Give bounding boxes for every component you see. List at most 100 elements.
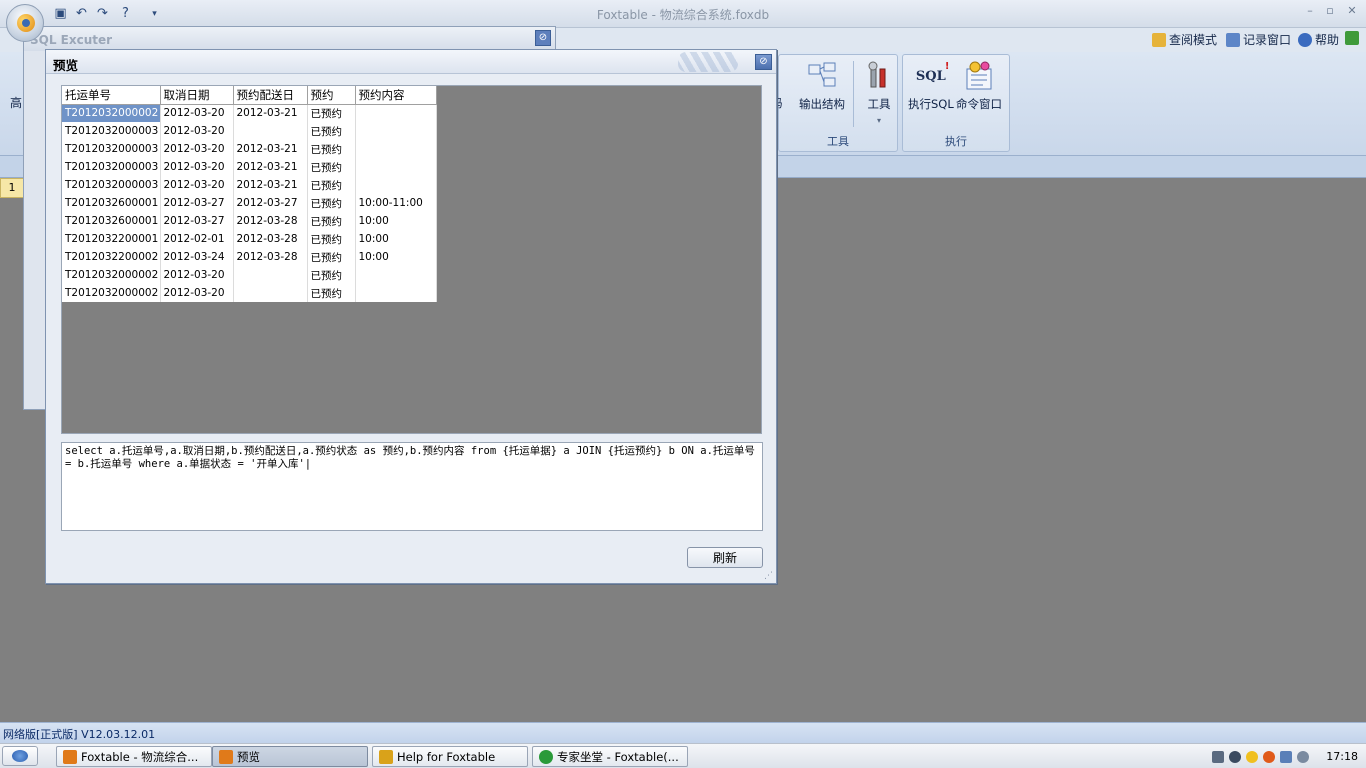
table-cell[interactable]: 10:00: [355, 212, 437, 230]
table-cell[interactable]: T2012032600001: [62, 212, 161, 230]
table-cell[interactable]: 2012-03-28: [233, 248, 308, 266]
resize-grip-icon[interactable]: ⋰: [764, 571, 774, 581]
table-row[interactable]: T2012032200001 2012-02-01 2012-03-28 已预约 10:…: [62, 230, 437, 248]
table-cell[interactable]: [233, 284, 308, 302]
table-cell[interactable]: 已预约: [307, 158, 356, 176]
table-cell[interactable]: 已预约: [307, 122, 356, 140]
command-window-button[interactable]: 命令窗口: [956, 61, 1002, 112]
table-cell[interactable]: 已预约: [307, 266, 356, 284]
table-cell[interactable]: 已预约: [307, 248, 356, 266]
column-header[interactable]: 托运单号: [62, 86, 161, 105]
table-cell[interactable]: 已预约: [307, 194, 356, 212]
app-tray-icon[interactable]: [1263, 750, 1275, 763]
table-cell[interactable]: [233, 266, 308, 284]
table-cell[interactable]: 2012-03-21: [233, 104, 308, 122]
table-row[interactable]: T2012032000002 2012-03-20 已预约: [62, 284, 437, 302]
table-cell[interactable]: 2012-03-27: [160, 212, 234, 230]
table-cell[interactable]: 2012-03-24: [160, 248, 234, 266]
table-cell[interactable]: [355, 104, 437, 122]
table-cell[interactable]: 已预约: [307, 284, 356, 302]
execute-sql-button[interactable]: SQL ! 执行SQL: [908, 61, 954, 112]
start-button[interactable]: [2, 746, 38, 766]
table-cell[interactable]: T2012032200001: [62, 230, 161, 248]
table-cell[interactable]: 2012-03-27: [160, 194, 234, 212]
taskbar-item-help[interactable]: Help for Foxtable: [372, 746, 528, 767]
table-cell[interactable]: [355, 122, 437, 140]
table-cell[interactable]: 已预约: [307, 212, 356, 230]
table-cell[interactable]: [355, 140, 437, 158]
table-cell[interactable]: 2012-03-20: [160, 284, 234, 302]
table-cell[interactable]: 2012-02-01: [160, 230, 234, 248]
column-header[interactable]: 预约内容: [355, 86, 437, 105]
table-cell[interactable]: 已预约: [307, 140, 356, 158]
table-cell[interactable]: 2012-03-21: [233, 176, 308, 194]
minimize-button[interactable]: –: [1300, 4, 1320, 20]
table-cell[interactable]: [355, 284, 437, 302]
help-menu-button[interactable]: 帮助: [1298, 31, 1339, 48]
table-cell[interactable]: 2012-03-21: [233, 140, 308, 158]
table-cell[interactable]: [355, 176, 437, 194]
result-grid[interactable]: 托运单号 取消日期 预约配送日 预约 预约内容 T2012032000002 20…: [62, 86, 437, 302]
table-cell[interactable]: 2012-03-20: [160, 122, 234, 140]
back-arrow-icon[interactable]: [1229, 750, 1241, 763]
table-cell[interactable]: 2012-03-27: [233, 194, 308, 212]
network-icon[interactable]: [1280, 750, 1292, 763]
clock[interactable]: 17:18: [1326, 750, 1366, 763]
table-cell[interactable]: 10:00: [355, 230, 437, 248]
table-cell[interactable]: [355, 158, 437, 176]
column-header[interactable]: 取消日期: [160, 86, 234, 105]
table-cell[interactable]: 2012-03-28: [233, 230, 308, 248]
table-cell[interactable]: 2012-03-20: [160, 266, 234, 284]
sql-query-input[interactable]: select a.托运单号,a.取消日期,b.预约配送日,a.预约状态 as 预…: [61, 442, 763, 531]
sql-excuter-close-button[interactable]: ⊘: [535, 30, 551, 46]
preview-titlebar[interactable]: 预览 ⊘: [46, 50, 776, 74]
view-mode-button[interactable]: 查阅模式: [1152, 31, 1217, 48]
table-cell[interactable]: [233, 122, 308, 140]
app-menu-orb-button[interactable]: [6, 4, 44, 42]
taskbar-item-foxtable[interactable]: Foxtable - 物流综合...: [56, 746, 212, 767]
record-window-button[interactable]: 记录窗口: [1226, 31, 1291, 48]
table-cell[interactable]: 2012-03-20: [160, 158, 234, 176]
table-row[interactable]: T2012032000003 2012-03-20 2012-03-21 已预约: [62, 158, 437, 176]
table-cell[interactable]: T2012032000002: [62, 104, 161, 122]
refresh-button[interactable]: 刷新: [687, 547, 763, 568]
column-header[interactable]: 预约: [307, 86, 356, 105]
table-row[interactable]: T2012032000003 2012-03-20 2012-03-21 已预约: [62, 140, 437, 158]
table-cell[interactable]: T2012032000003: [62, 140, 161, 158]
table-cell[interactable]: T2012032600001: [62, 194, 161, 212]
column-header[interactable]: 预约配送日: [233, 86, 308, 105]
sql-excuter-titlebar[interactable]: SQL Excuter ⊘: [24, 27, 555, 51]
taskbar-item-preview[interactable]: 预览: [212, 746, 368, 767]
table-cell[interactable]: 已预约: [307, 104, 356, 122]
table-cell[interactable]: T2012032000003: [62, 122, 161, 140]
restore-button[interactable]: ▫: [1320, 4, 1340, 20]
keyboard-icon[interactable]: [1212, 750, 1224, 763]
export-structure-button[interactable]: 输出结构: [799, 61, 845, 112]
table-row[interactable]: T2012032000002 2012-03-20 2012-03-21 已预约: [62, 104, 437, 122]
table-cell[interactable]: 已预约: [307, 230, 356, 248]
qq-icon[interactable]: [1246, 750, 1258, 763]
table-row[interactable]: T2012032000003 2012-03-20 已预约: [62, 122, 437, 140]
table-cell[interactable]: 已预约: [307, 176, 356, 194]
table-cell[interactable]: 2012-03-20: [160, 140, 234, 158]
table-cell[interactable]: T2012032000003: [62, 176, 161, 194]
table-cell[interactable]: T2012032000002: [62, 284, 161, 302]
taskbar-item-browser[interactable]: 专家坐堂 - Foxtable(...: [532, 746, 688, 767]
table-cell[interactable]: T2012032000002: [62, 266, 161, 284]
table-cell[interactable]: 2012-03-21: [233, 158, 308, 176]
extra-menu-button[interactable]: [1345, 31, 1359, 45]
row-number-cell[interactable]: 1: [0, 178, 24, 198]
preview-close-button[interactable]: ⊘: [755, 54, 772, 70]
table-row[interactable]: T2012032600001 2012-03-27 2012-03-28 已预约 10:…: [62, 212, 437, 230]
table-cell[interactable]: [355, 266, 437, 284]
table-row[interactable]: T2012032200002 2012-03-24 2012-03-28 已预约 10:…: [62, 248, 437, 266]
table-cell[interactable]: 10:00-11:00: [355, 194, 437, 212]
table-cell[interactable]: T2012032000003: [62, 158, 161, 176]
result-grid-area[interactable]: 托运单号 取消日期 预约配送日 预约 预约内容 T2012032000002 20…: [61, 85, 762, 434]
table-cell[interactable]: 2012-03-28: [233, 212, 308, 230]
tools-button[interactable]: 工具 ▾: [863, 61, 895, 125]
table-cell[interactable]: 2012-03-20: [160, 104, 234, 122]
volume-icon[interactable]: [1297, 750, 1309, 763]
table-row[interactable]: T2012032600001 2012-03-27 2012-03-27 已预约 10:…: [62, 194, 437, 212]
table-row[interactable]: T2012032000003 2012-03-20 2012-03-21 已预约: [62, 176, 437, 194]
